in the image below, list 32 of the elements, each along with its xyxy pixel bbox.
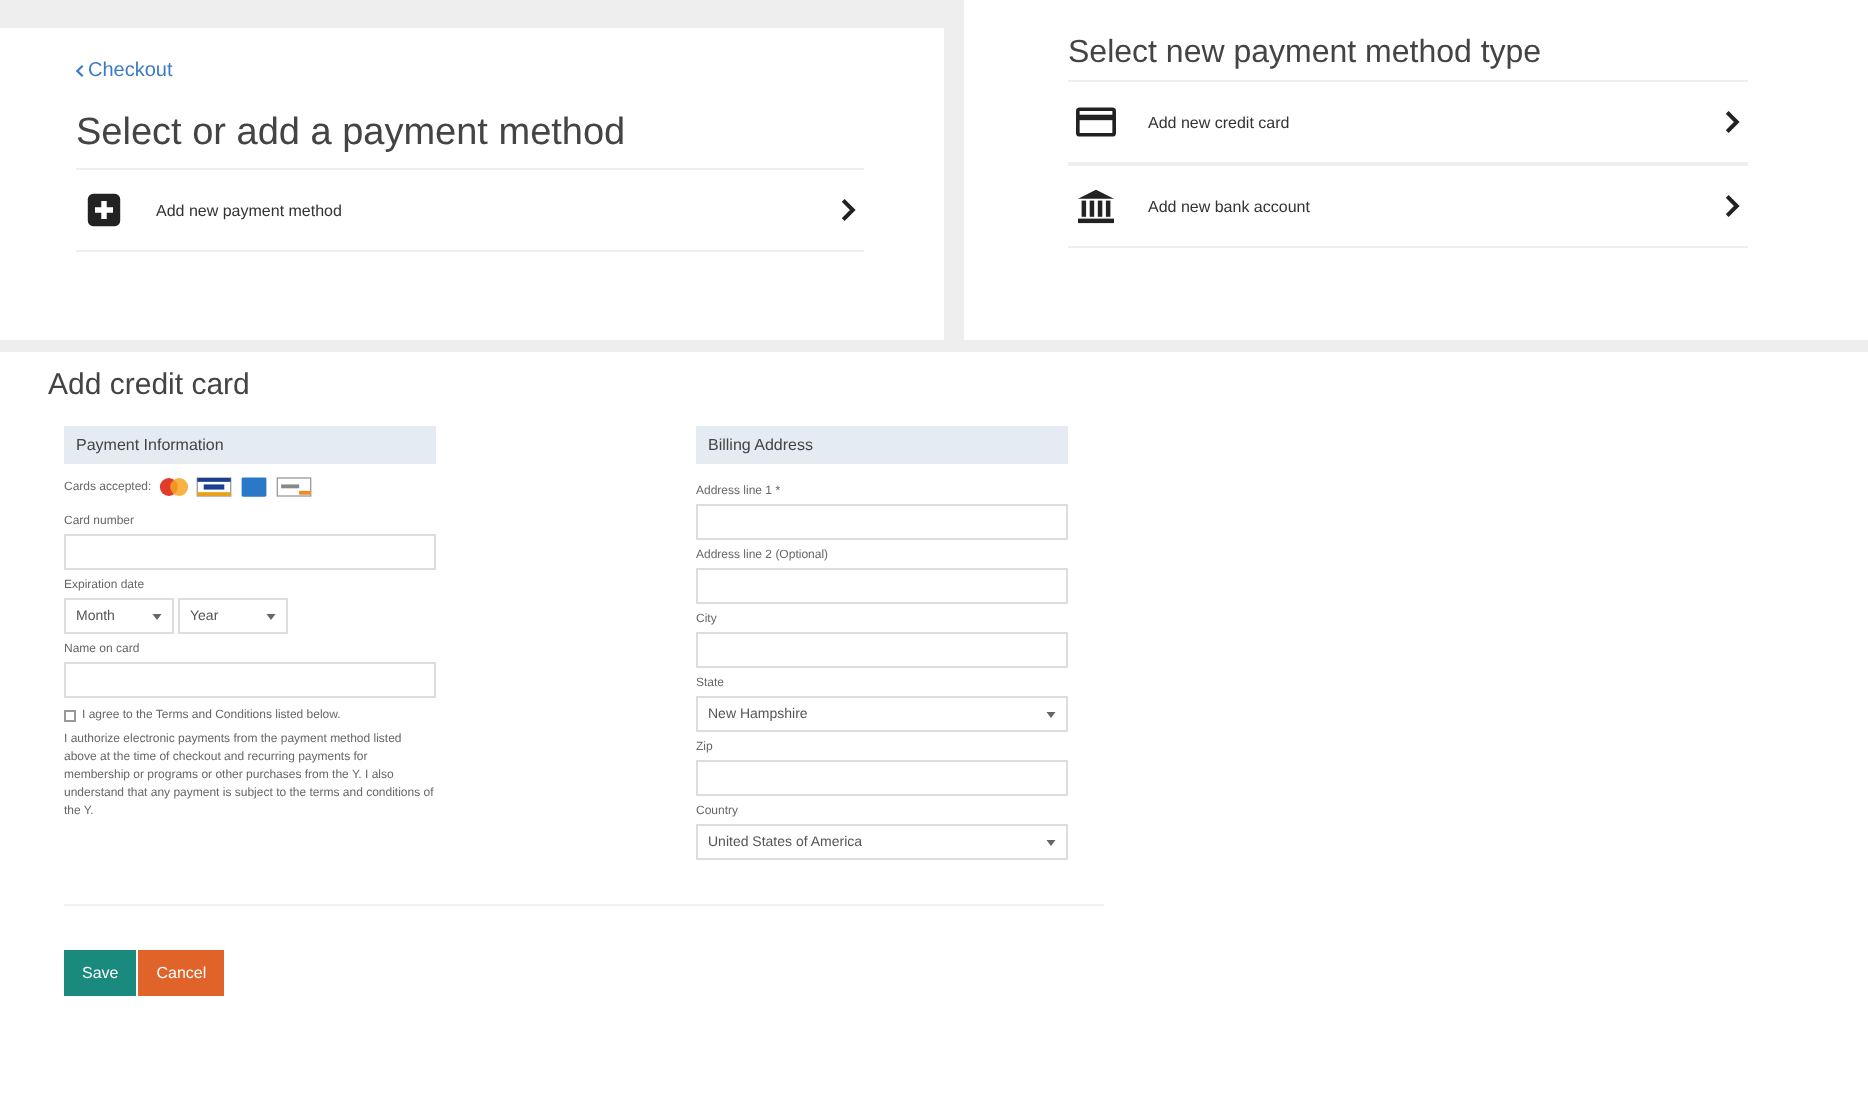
input-field[interactable] (696, 504, 1068, 540)
caret-icon (152, 613, 162, 619)
back-chevron-icon (76, 64, 84, 78)
caret-icon (1046, 711, 1056, 717)
checkbox[interactable] (64, 710, 76, 722)
list-item[interactable]: Add new credit card (1068, 80, 1748, 164)
save-button[interactable]: Save (64, 950, 137, 996)
list-item[interactable]: Add new bank account (1068, 164, 1748, 248)
section-title: Select new payment method type (1068, 36, 1544, 72)
input-field[interactable] (696, 632, 1068, 668)
form-title: Add credit card (48, 368, 252, 402)
back-link[interactable]: Checkout (76, 60, 173, 82)
section-heading: Payment Information (64, 426, 436, 464)
caret-icon (266, 613, 276, 619)
input-field[interactable] (696, 568, 1068, 604)
chevron-icon (840, 198, 856, 222)
bank-icon (1076, 188, 1116, 224)
input-field[interactable] (696, 760, 1068, 796)
list-item[interactable]: Add new payment method (76, 168, 864, 252)
page-title: Select or add a payment method (76, 112, 628, 156)
chevron-icon (1724, 110, 1740, 134)
cancel-button[interactable]: Cancel (138, 950, 225, 996)
credit-card-icon (1076, 104, 1116, 140)
section-heading: Billing Address (696, 426, 1068, 464)
caret-icon (1046, 839, 1056, 845)
card-logo-icon (155, 476, 192, 498)
name-on-card-field[interactable] (64, 662, 436, 698)
card-number-field[interactable] (64, 534, 436, 570)
chevron-icon (1724, 194, 1740, 218)
plus-icon (84, 192, 124, 228)
card-logo-icon (195, 476, 232, 498)
card-logo-icon (275, 476, 312, 498)
